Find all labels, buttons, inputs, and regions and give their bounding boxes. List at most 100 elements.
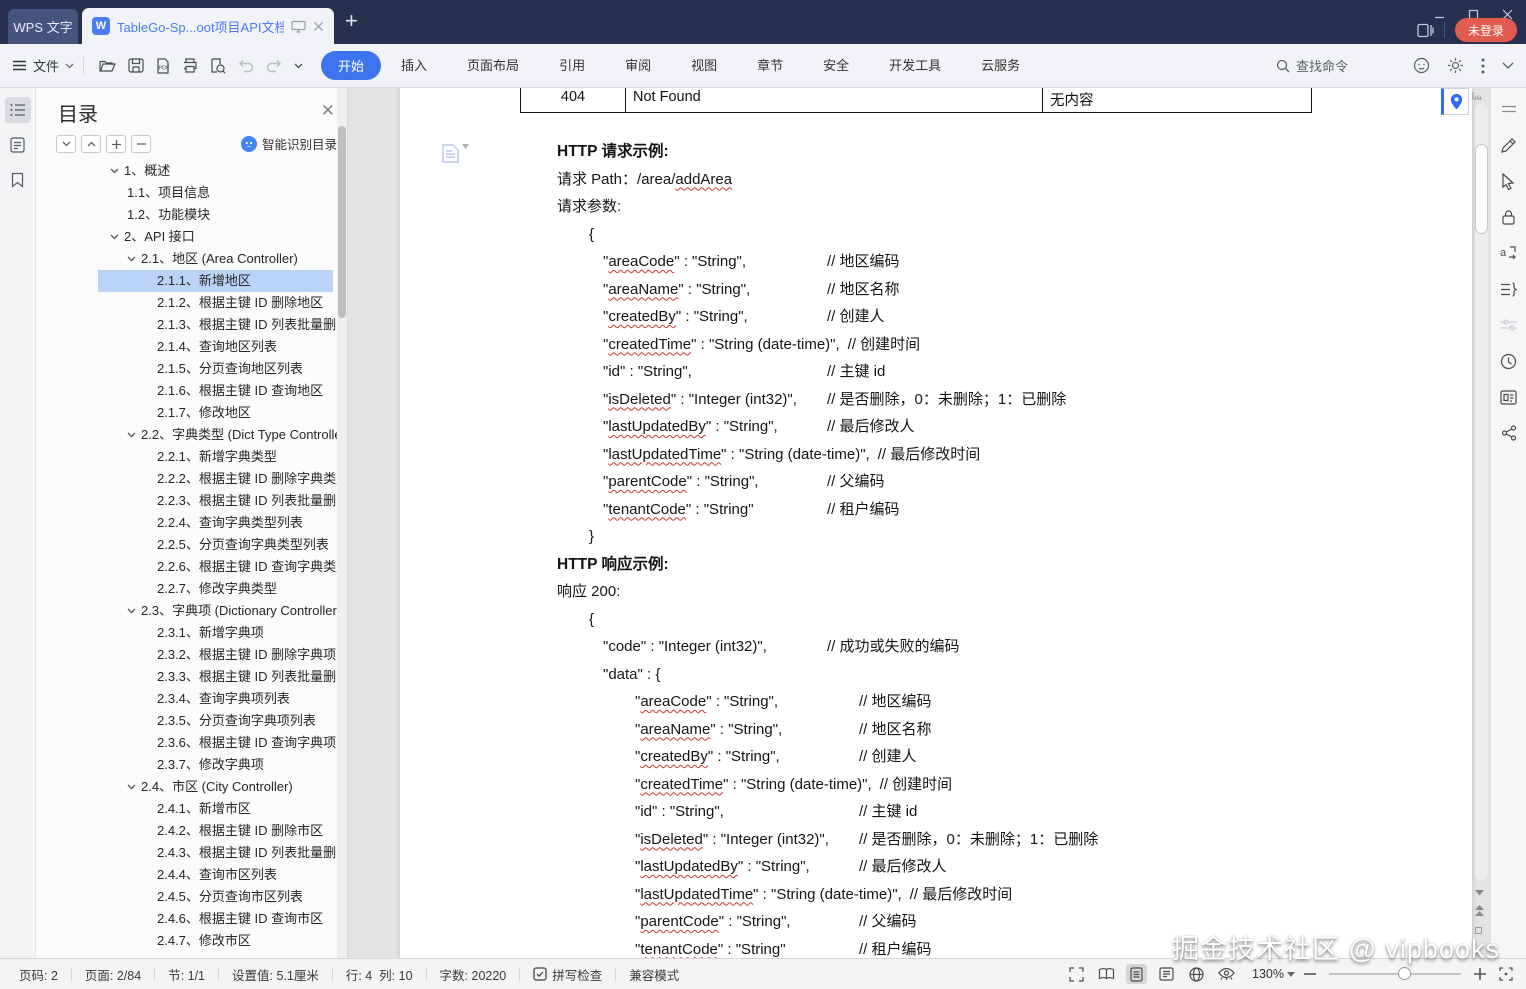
ribbon-tab[interactable]: 审阅 — [605, 44, 671, 87]
previous-page-icon[interactable] — [1475, 905, 1484, 916]
chevron-down-icon[interactable] — [110, 168, 119, 174]
monitor-icon[interactable] — [291, 20, 306, 33]
toc-item[interactable]: 2.1.7、修改地区 — [36, 402, 337, 424]
ribbon-tab[interactable]: 安全 — [803, 44, 869, 87]
toc-item[interactable]: 2.3.6、根据主键 ID 查询字典项 — [36, 732, 337, 754]
chevron-down-icon[interactable] — [127, 432, 136, 438]
status-segment[interactable]: 节: 1/1 — [155, 965, 218, 984]
new-tab-button[interactable]: + — [345, 8, 358, 34]
message-icon[interactable] — [1413, 57, 1430, 74]
more-dots-icon[interactable] — [1481, 58, 1485, 74]
toc-item[interactable]: 2.3.7、修改字典项 — [36, 754, 337, 776]
fit-screen-icon[interactable] — [1495, 964, 1516, 984]
document-page[interactable]: 404 Not Found 无内容 HTTP 请求示例: 请求 Path：/ar… — [400, 88, 1472, 958]
toc-item[interactable]: 2.4.4、查询市区列表 — [36, 864, 337, 886]
toc-item[interactable]: 2.3.4、查询字典项列表 — [36, 688, 337, 710]
sidebar-toggle-icon[interactable] — [1417, 23, 1434, 38]
toc-item[interactable]: 2.3.2、根据主键 ID 删除字典项 — [36, 644, 337, 666]
bookmark-icon[interactable] — [5, 167, 31, 193]
document-tab[interactable]: W TableGo-Sp...oot项目API文档 — [82, 8, 334, 44]
toc-item[interactable]: 2.4.1、新增市区 — [36, 798, 337, 820]
sliders-icon[interactable] — [1498, 314, 1520, 336]
toc-item[interactable]: 2.2.4、查询字典类型列表 — [36, 512, 337, 534]
toc-item[interactable]: 2.3.5、分页查询字典项列表 — [36, 710, 337, 732]
smart-toc-button[interactable]: 智能识别目录 — [240, 134, 337, 153]
chevron-down-icon[interactable] — [127, 608, 136, 614]
ribbon-tab[interactable]: 插入 — [381, 44, 447, 87]
outline-brace-icon[interactable] — [1498, 278, 1520, 300]
save-button[interactable] — [122, 58, 150, 73]
toc-item[interactable]: 2.4.6、根据主键 ID 查询市区 — [36, 908, 337, 930]
close-icon[interactable] — [313, 21, 324, 32]
chevron-down-icon[interactable] — [127, 784, 136, 790]
tab-home-active[interactable]: 开始 — [321, 51, 382, 80]
translate-icon[interactable]: a — [1498, 242, 1520, 264]
status-segment[interactable]: 设置值: 5.1厘米 — [219, 965, 332, 984]
scroll-down-icon[interactable] — [1475, 890, 1484, 896]
quickbar-chevron-icon[interactable] — [288, 63, 309, 69]
toc-item[interactable]: 1.1、项目信息 — [36, 182, 337, 204]
ribbon-tab[interactable]: 章节 — [737, 44, 803, 87]
toc-item[interactable]: 2.4.3、根据主键 ID 列表批量删除... — [36, 842, 337, 864]
toc-item[interactable]: 2.1.4、查询地区列表 — [36, 336, 337, 358]
toc-scrollbar-thumb[interactable] — [338, 126, 346, 318]
toc-item[interactable]: 2.4、市区 (City Controller) — [36, 776, 337, 798]
toc-item[interactable]: 2.1、地区 (Area Controller) — [36, 248, 337, 270]
status-segment[interactable]: 行: 4 列: 10 — [333, 965, 426, 984]
toc-item[interactable]: 2.3、字典项 (Dictionary Controller ... — [36, 600, 337, 622]
page-view-icon[interactable] — [1126, 964, 1148, 984]
chevron-down-icon[interactable] — [110, 234, 119, 240]
ruler-icon[interactable] — [1472, 91, 1483, 100]
print-button[interactable] — [176, 58, 204, 73]
toc-item[interactable]: 2.1.5、分页查询地区列表 — [36, 358, 337, 380]
zoom-in-button[interactable] — [1474, 968, 1486, 980]
pdf-export-button[interactable]: PDF — [150, 57, 176, 74]
toc-item[interactable]: 2.2.2、根据主键 ID 删除字典类型 — [36, 468, 337, 490]
book-view-icon[interactable] — [1096, 964, 1117, 984]
drag-handle-icon[interactable] — [1498, 98, 1520, 120]
toc-item[interactable]: 2.1.3、根据主键 ID 列表批量删除 ... — [36, 314, 337, 336]
toc-item[interactable]: 2.3.3、根据主键 ID 列表批量删除... — [36, 666, 337, 688]
expand-all-button[interactable] — [81, 135, 101, 153]
chevron-down-icon[interactable] — [127, 256, 136, 262]
collapse-ribbon-icon[interactable] — [1502, 62, 1514, 69]
compat-mode[interactable]: 兼容模式 — [616, 965, 692, 984]
status-segment[interactable]: 页面: 2/84 — [72, 965, 154, 984]
ribbon-tab[interactable]: 视图 — [671, 44, 737, 87]
toc-item[interactable]: 2.4.2、根据主键 ID 删除市区 — [36, 820, 337, 842]
toc-item[interactable]: 2.2、字典类型 (Dict Type Controller... — [36, 424, 337, 446]
zoom-slider-knob[interactable] — [1397, 967, 1411, 980]
outline-view-icon[interactable] — [1156, 964, 1177, 984]
ribbon-tab[interactable]: 云服务 — [961, 44, 1040, 87]
spellcheck-toggle[interactable]: 拼写检查 — [520, 965, 615, 984]
status-segment[interactable]: 页码: 2 — [6, 965, 71, 984]
share-icon[interactable] — [1498, 422, 1520, 444]
toc-item[interactable]: 2.4.7、修改市区 — [36, 930, 337, 952]
lock-icon[interactable] — [1498, 206, 1520, 228]
ribbon-tab[interactable]: 开发工具 — [869, 44, 961, 87]
toc-item[interactable]: 2.3.1、新增字典项 — [36, 622, 337, 644]
toc-item[interactable]: 1、概述 — [36, 160, 337, 182]
open-file-button[interactable] — [93, 58, 122, 73]
undo-icon[interactable] — [232, 59, 260, 73]
print-preview-button[interactable] — [204, 57, 232, 74]
zoom-level[interactable]: 130% — [1252, 967, 1295, 981]
status-segment[interactable]: 字数: 20220 — [427, 965, 520, 984]
doc-scrollbar-thumb[interactable] — [1475, 144, 1488, 234]
card-layout-icon[interactable] — [1498, 386, 1520, 408]
toc-item[interactable]: 2.1.6、根据主键 ID 查询地区 — [36, 380, 337, 402]
login-button[interactable]: 未登录 — [1454, 18, 1517, 42]
collapse-all-button[interactable] — [56, 135, 76, 153]
eye-protect-icon[interactable] — [1216, 964, 1237, 984]
toc-item[interactable]: 2.1.1、新增地区 — [36, 270, 337, 292]
cursor-icon[interactable] — [1498, 170, 1520, 192]
toc-item[interactable]: 2.2.6、根据主键 ID 查询字典类型 — [36, 556, 337, 578]
nav-pin-box[interactable] — [1441, 88, 1469, 115]
toc-item[interactable]: 2.2.7、修改字典类型 — [36, 578, 337, 600]
toc-item[interactable]: 2.2.3、根据主键 ID 列表批量删除... — [36, 490, 337, 512]
zoom-out-button[interactable] — [1304, 973, 1316, 975]
notes-icon[interactable] — [5, 132, 31, 158]
toc-close-icon[interactable]: ✕ — [321, 102, 335, 119]
gear-icon[interactable] — [1447, 57, 1464, 74]
web-view-icon[interactable] — [1186, 964, 1207, 984]
